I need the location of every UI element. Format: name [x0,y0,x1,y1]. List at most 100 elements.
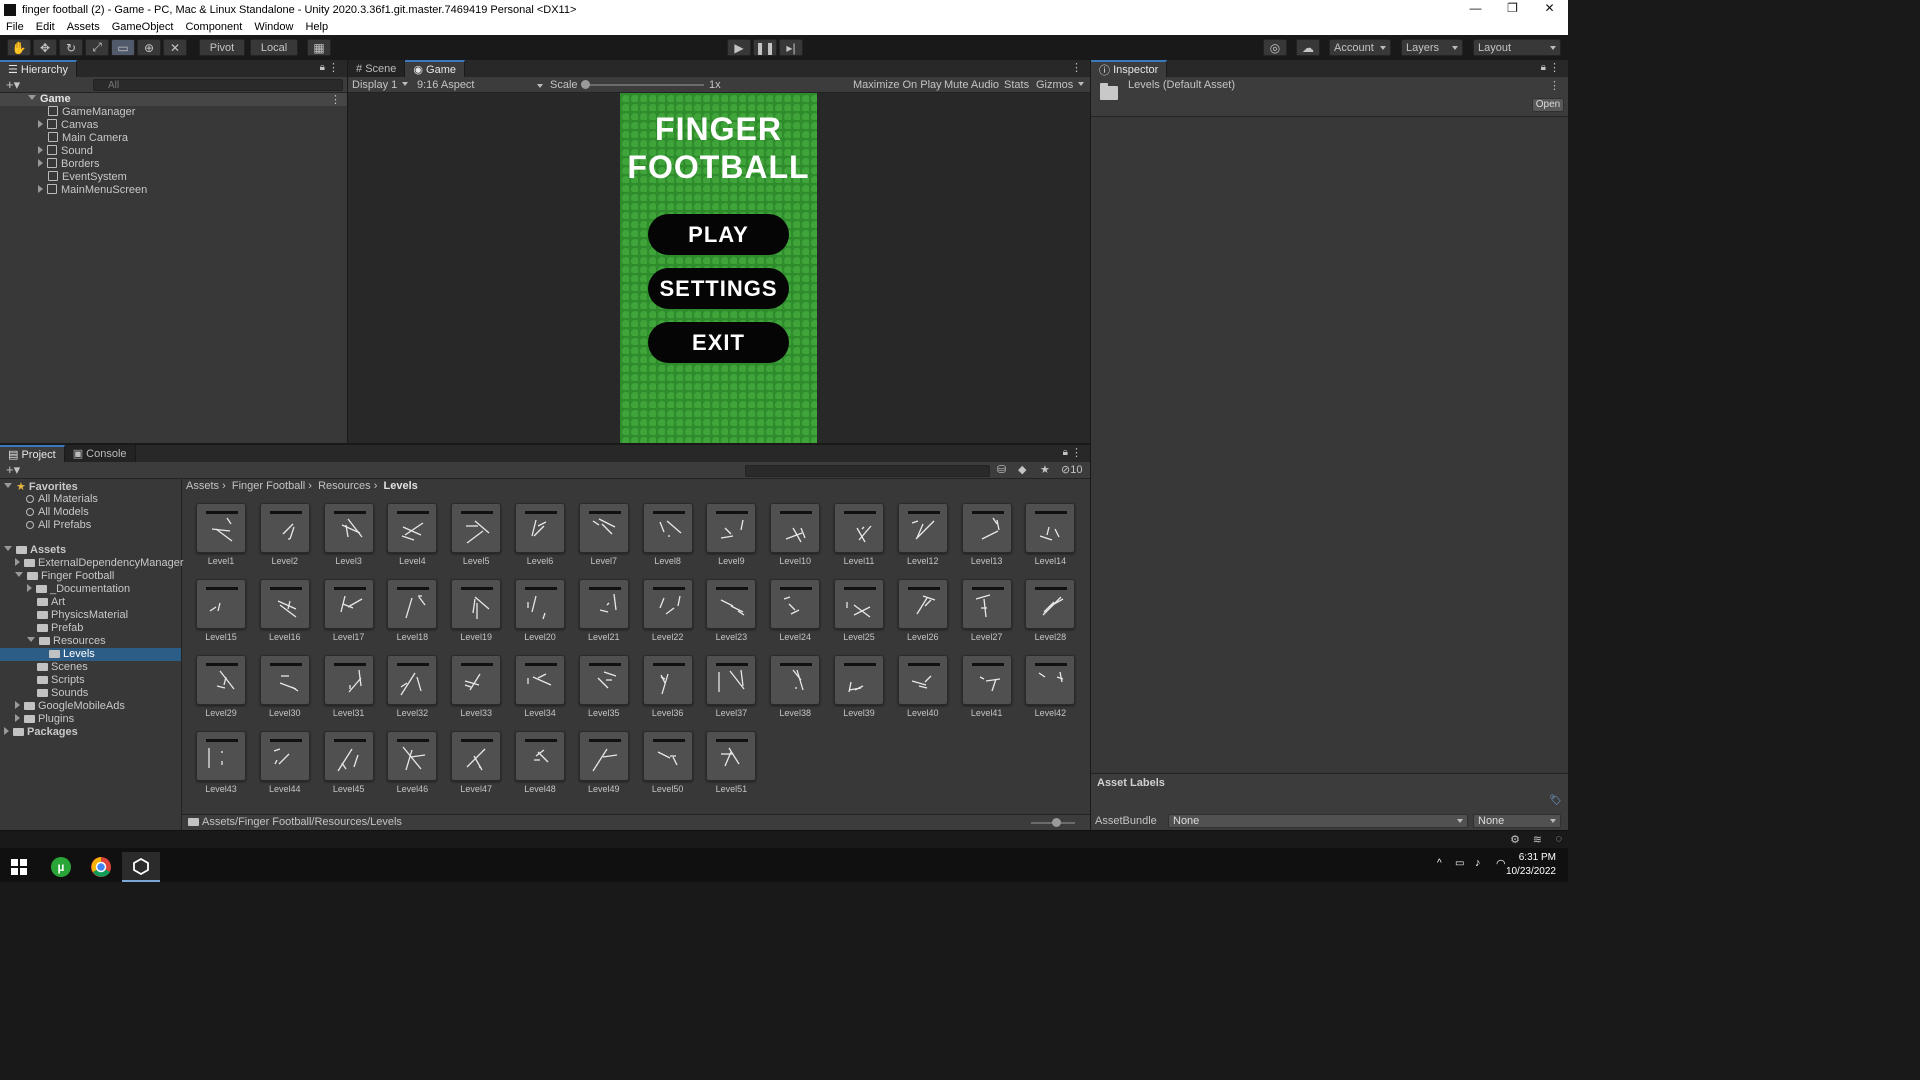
status-check-icon[interactable]: ◌ [1555,833,1562,845]
level-asset[interactable]: Level37 [706,655,757,718]
tab-console[interactable]: ▣ Console [64,445,136,462]
expand-arrow-icon[interactable] [38,159,43,167]
level-asset[interactable]: Level23 [706,579,757,642]
level-asset[interactable]: Level6 [515,503,565,566]
grid-snap-icon[interactable]: ▦ [307,39,331,56]
level-asset[interactable]: Level31 [323,655,374,718]
level-asset[interactable]: Level36 [642,655,693,718]
level-asset[interactable]: Level4 [387,503,438,566]
level-asset[interactable]: Level24 [770,579,821,642]
custom-tool-icon[interactable]: ✕ [163,39,187,56]
mute-audio-toggle[interactable]: Mute Audio [944,78,999,92]
label-tag-icon[interactable]: 🏷︎ [1549,795,1562,806]
expand-arrow-icon[interactable] [28,95,36,100]
open-button[interactable]: Open [1532,98,1564,112]
unity-taskbar-icon[interactable] [122,852,160,882]
level-asset[interactable]: Level11 [834,503,884,566]
level-asset[interactable]: Level22 [642,579,693,642]
tab-game[interactable]: ◉ Game [405,60,466,77]
tree-folder[interactable]: ExternalDependencyManager [15,557,184,570]
level-asset[interactable]: Level1 [196,503,246,566]
account-dropdown[interactable]: Account [1329,39,1391,56]
expand-arrow-icon[interactable] [15,572,23,577]
collab-icon[interactable]: ◎ [1263,39,1287,56]
breadcrumb-item[interactable]: Assets [186,480,219,492]
level-asset[interactable]: Level3 [323,503,374,566]
asset-variant-dropdown[interactable]: None [1473,814,1561,828]
level-asset[interactable]: Level18 [387,579,438,642]
asset-menu-icon[interactable]: ⋮ [1549,79,1560,92]
bug-icon[interactable]: ⚙ [1510,833,1520,846]
level-asset[interactable]: Level43 [196,731,246,794]
level-asset[interactable]: Level15 [196,579,246,642]
move-tool-icon[interactable]: ✥ [33,39,57,56]
hierarchy-item[interactable]: Borders [38,158,100,171]
progress-icon[interactable]: ≋ [1533,833,1542,846]
tree-favorite-item[interactable]: All Models [26,506,89,519]
expand-arrow-icon[interactable] [4,483,12,488]
lock-icon[interactable]: 🔒︎ [320,62,325,73]
scene-row[interactable]: Game ⋮ [0,93,347,106]
tab-project[interactable]: ▤ Project [0,445,65,462]
search-by-label-icon[interactable]: ◆ [1018,463,1026,476]
tab-hierarchy[interactable]: ☰ Hierarchy [0,60,77,77]
level-asset[interactable]: Level47 [451,731,502,794]
level-asset[interactable]: Level21 [578,579,629,642]
level-asset[interactable]: Level35 [578,655,629,718]
lock-icon[interactable]: 🔒︎ [1541,62,1546,73]
level-asset[interactable]: Level9 [706,503,757,566]
breadcrumb-item[interactable]: Finger Football [232,480,305,492]
hand-tool-icon[interactable]: ✋ [7,39,31,56]
level-asset[interactable]: Level26 [897,579,948,642]
menu-component[interactable]: Component [185,21,242,33]
tree-folder[interactable]: Art [37,596,65,609]
utorrent-icon[interactable]: µ [42,852,80,882]
rect-tool-icon[interactable]: ▭ [111,39,135,56]
tree-folder[interactable]: GoogleMobileAds [15,700,125,713]
exit-game-button[interactable]: EXIT [648,322,789,363]
panel-menu-icon[interactable]: ⋮ [1071,446,1082,459]
close-button[interactable]: ✕ [1531,0,1568,19]
tree-folder[interactable]: Scripts [37,674,85,687]
expand-arrow-icon[interactable] [38,120,43,128]
favorite-star-icon[interactable]: ★ [1040,463,1050,476]
level-asset[interactable]: Level38 [770,655,821,718]
settings-game-button[interactable]: SETTINGS [648,268,789,309]
level-asset[interactable]: Level12 [897,503,948,566]
level-asset[interactable]: Level2 [259,503,310,566]
tray-arrow-icon[interactable]: ^ [1437,858,1442,869]
level-asset[interactable]: Level41 [961,655,1012,718]
layout-dropdown[interactable]: Layout [1473,39,1561,56]
level-asset[interactable]: Level33 [451,655,502,718]
level-asset[interactable]: Level48 [515,731,565,794]
display-dropdown[interactable]: Display 1 [352,78,409,92]
create-add-icon[interactable]: +▾ [6,462,20,477]
rotate-tool-icon[interactable]: ↻ [59,39,83,56]
minimize-button[interactable]: — [1457,0,1494,19]
tree-favorites[interactable]: ★ Favorites [4,480,78,493]
level-asset[interactable]: Level45 [323,731,374,794]
hidden-packages-icon[interactable]: ⊘10 [1061,463,1082,476]
expand-arrow-icon[interactable] [27,637,35,642]
hierarchy-item[interactable]: MainMenuScreen [38,184,147,197]
level-asset[interactable]: Level32 [387,655,438,718]
level-asset[interactable]: Level49 [578,731,629,794]
tab-scene[interactable]: # Scene [348,60,406,77]
aspect-dropdown[interactable]: 9:16 Aspect [417,78,543,92]
play-button[interactable]: ▶ [727,39,751,56]
level-asset[interactable]: Level28 [1025,579,1076,642]
menu-assets[interactable]: Assets [67,21,100,33]
tree-favorite-item[interactable]: All Materials [26,493,98,506]
pivot-toggle[interactable]: Pivot [199,39,245,56]
tree-folder[interactable]: Prefab [37,622,83,635]
layers-dropdown[interactable]: Layers [1401,39,1463,56]
expand-arrow-icon[interactable] [15,701,20,709]
create-add-icon[interactable]: +▾ [6,77,20,92]
expand-arrow-icon[interactable] [15,558,20,566]
level-asset[interactable]: Level51 [706,731,757,794]
play-game-button[interactable]: PLAY [648,214,789,255]
step-button[interactable]: ▸| [779,39,803,56]
panel-menu-icon[interactable]: ⋮ [1071,61,1082,74]
hierarchy-item[interactable]: EventSystem [48,171,127,184]
level-asset[interactable]: Level39 [834,655,884,718]
